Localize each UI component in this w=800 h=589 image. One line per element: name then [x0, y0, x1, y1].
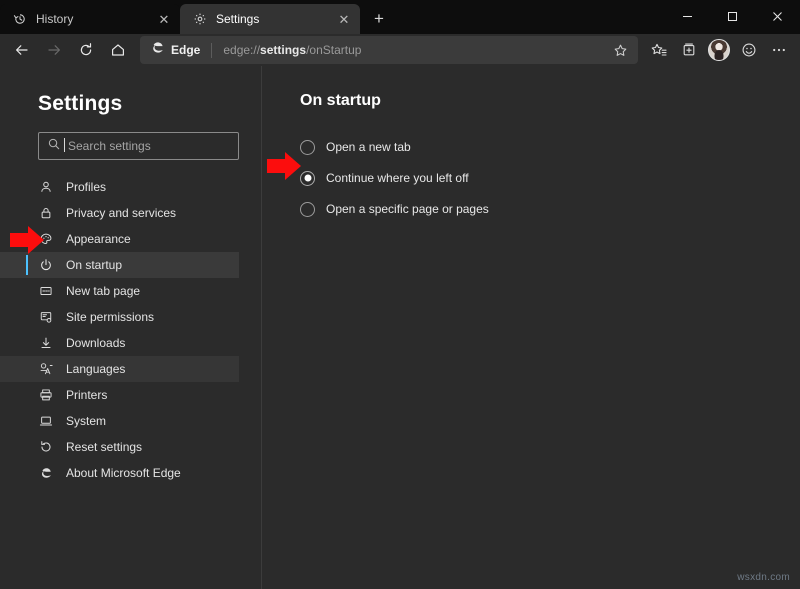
url-suffix: /onStartup [306, 43, 361, 57]
sidebar-item-label: About Microsoft Edge [66, 466, 181, 480]
minimize-button[interactable] [665, 0, 710, 32]
new-tab-button[interactable]: + [366, 5, 392, 31]
maximize-button[interactable] [710, 0, 755, 32]
sidebar-item-languages[interactable]: Languages [0, 356, 239, 382]
back-button[interactable] [6, 36, 38, 64]
sidebar-item-label: On startup [66, 258, 122, 272]
refresh-button[interactable] [70, 36, 102, 64]
edge-icon [38, 465, 54, 481]
person-icon [38, 179, 54, 195]
sidebar-item-label: Profiles [66, 180, 106, 194]
sidebar-item-appearance[interactable]: Appearance [0, 226, 239, 252]
favorite-star-icon[interactable] [613, 43, 628, 58]
tab-strip: History ✕ Settings ✕ + [0, 0, 392, 34]
history-icon [12, 11, 28, 27]
lock-icon [38, 205, 54, 221]
url-text: edge://settings/onStartup [223, 43, 361, 57]
option-label: Open a new tab [326, 140, 411, 154]
sidebar-item-site-permissions[interactable]: Site permissions [0, 304, 239, 330]
title-bar: History ✕ Settings ✕ + [0, 0, 800, 34]
favorites-list-icon[interactable] [644, 36, 674, 64]
url-prefix: edge:// [223, 43, 260, 57]
edge-icon [150, 40, 165, 60]
search-placeholder: Search settings [68, 139, 151, 153]
address-bar[interactable]: Edge edge://settings/onStartup [140, 36, 638, 64]
search-icon [47, 137, 61, 156]
browser-window: History ✕ Settings ✕ + [0, 0, 800, 589]
sidebar-item-label: New tab page [66, 284, 140, 298]
edge-label: Edge [171, 43, 200, 57]
search-wrapper: Search settings [0, 132, 261, 160]
tab-settings[interactable]: Settings ✕ [180, 4, 360, 34]
option-label: Continue where you left off [326, 171, 469, 185]
gear-icon [192, 11, 208, 27]
sidebar-item-label: Site permissions [66, 310, 154, 324]
sidebar-item-downloads[interactable]: Downloads [0, 330, 239, 356]
window-controls [665, 0, 800, 32]
sidebar-item-label: Appearance [66, 232, 131, 246]
printer-icon [38, 387, 54, 403]
sidebar-item-label: Privacy and services [66, 206, 176, 220]
palette-icon [38, 231, 54, 247]
sidebar-item-system[interactable]: System [0, 408, 239, 434]
section-heading: On startup [300, 92, 800, 110]
option-label: Open a specific page or pages [326, 202, 489, 216]
collections-icon[interactable] [674, 36, 704, 64]
startup-option-open-a-specific-page-or-pages[interactable]: Open a specific page or pages [300, 194, 800, 224]
sidebar-item-about-microsoft-edge[interactable]: About Microsoft Edge [0, 460, 239, 486]
sidebar-item-new-tab-page[interactable]: New tab page [0, 278, 239, 304]
languages-icon [38, 361, 54, 377]
settings-page: Settings Search settings [0, 66, 800, 589]
more-options-icon[interactable] [764, 36, 794, 64]
startup-option-continue-where-you-left-off[interactable]: Continue where you left off [300, 163, 800, 193]
forward-button[interactable] [38, 36, 70, 64]
sidebar-item-label: System [66, 414, 106, 428]
on-startup-panel: On startup Open a new tab Continue where… [262, 66, 800, 589]
sidebar-item-label: Downloads [66, 336, 125, 350]
sidebar-item-on-startup[interactable]: On startup [0, 252, 239, 278]
edge-brand: Edge [150, 40, 200, 60]
sidebar-item-privacy-and-services[interactable]: Privacy and services [0, 200, 239, 226]
tab-title: Settings [216, 12, 328, 26]
newtab-icon [38, 283, 54, 299]
settings-sidebar: Settings Search settings [0, 66, 262, 589]
url-bold: settings [260, 43, 306, 57]
watermark: wsxdn.com [737, 572, 790, 583]
radio-button-selected[interactable] [300, 171, 315, 186]
download-icon [38, 335, 54, 351]
radio-button[interactable] [300, 202, 315, 217]
sidebar-item-label: Printers [66, 388, 107, 402]
sidebar-item-label: Languages [66, 362, 125, 376]
page-title: Settings [0, 92, 261, 132]
address-toolbar: Edge edge://settings/onStartup [0, 34, 800, 66]
startup-option-open-a-new-tab[interactable]: Open a new tab [300, 132, 800, 162]
settings-nav-list: Profiles Privacy and services [0, 174, 261, 486]
omnibox-divider [211, 43, 212, 58]
tab-title: History [36, 12, 148, 26]
sidebar-item-printers[interactable]: Printers [0, 382, 239, 408]
radio-button[interactable] [300, 140, 315, 155]
tab-history[interactable]: History ✕ [0, 4, 180, 34]
power-icon [38, 257, 54, 273]
sidebar-item-reset-settings[interactable]: Reset settings [0, 434, 239, 460]
reset-icon [38, 439, 54, 455]
feedback-smiley-icon[interactable] [734, 36, 764, 64]
close-button[interactable] [755, 0, 800, 32]
search-settings-input[interactable]: Search settings [38, 132, 239, 160]
tab-close-button[interactable]: ✕ [156, 11, 172, 27]
profile-avatar[interactable] [708, 39, 730, 61]
sidebar-item-label: Reset settings [66, 440, 142, 454]
sidebar-item-profiles[interactable]: Profiles [0, 174, 239, 200]
permissions-icon [38, 309, 54, 325]
tab-close-button[interactable]: ✕ [336, 11, 352, 27]
home-button[interactable] [102, 36, 134, 64]
system-icon [38, 413, 54, 429]
